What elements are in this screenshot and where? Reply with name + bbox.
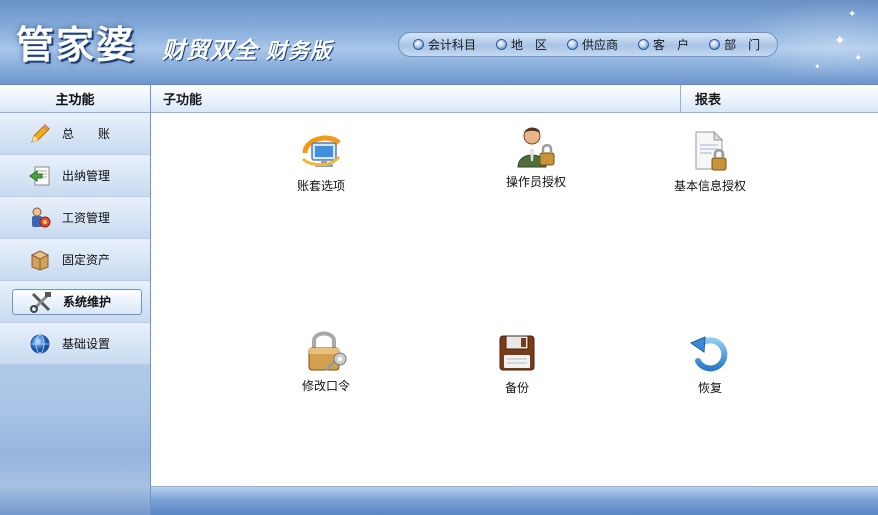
function-label: 修改口令	[301, 379, 350, 393]
function-change-password[interactable]: 修改口令	[271, 329, 381, 394]
sidebar-item-label: 基础设置	[62, 337, 111, 351]
active-item-highlight: 系统维护	[12, 288, 142, 315]
sidebar-decoration	[0, 455, 150, 515]
sidebar-item-system-maintenance[interactable]: 系统维护	[0, 281, 150, 323]
footer-bar	[151, 486, 878, 515]
quick-nav-supplier[interactable]: 供应商	[567, 36, 618, 53]
function-label: 恢复	[697, 381, 722, 395]
sidebar-item-basic-settings[interactable]: 基础设置	[0, 323, 150, 365]
function-restore[interactable]: 恢复	[655, 331, 765, 396]
quick-nav-label: 客 户	[653, 38, 690, 52]
function-label: 操作员授权	[505, 175, 566, 189]
quick-nav-department[interactable]: 部 门	[709, 36, 760, 53]
function-backup[interactable]: 备份	[462, 331, 572, 396]
document-lock-icon	[695, 130, 727, 171]
function-label: 账套选项	[296, 179, 345, 193]
sidebar-title: 主功能	[0, 84, 150, 113]
main-function-sidebar: 主功能 总 账 出纳管理 工资管理 固定资产 系统维护 基础设置	[0, 84, 151, 515]
quick-nav-label: 部 门	[724, 38, 761, 52]
report-title: 报表	[695, 93, 722, 108]
function-label: 备份	[504, 381, 529, 395]
main-header-bar: 子功能 报表	[151, 84, 878, 113]
sub-function-title: 子功能	[151, 85, 681, 112]
sidebar-item-label: 工资管理	[62, 211, 111, 225]
quick-nav-region[interactable]: 地 区	[496, 36, 547, 53]
floppy-disk-icon	[499, 335, 535, 371]
radio-icon	[496, 39, 508, 50]
radio-icon	[709, 39, 721, 50]
quick-nav-accounts[interactable]: 会计科目	[413, 36, 476, 53]
brand-product: 财贸双全	[162, 37, 258, 64]
brand-edition: 财务版	[266, 38, 332, 63]
brand-subtitle: 财贸双全 财务版	[162, 31, 332, 65]
operator-lock-icon	[517, 127, 555, 168]
tools-icon	[29, 290, 53, 314]
pencil-icon	[28, 122, 52, 146]
quick-nav-customer[interactable]: 客 户	[638, 36, 689, 53]
monitor-icon	[301, 135, 341, 167]
app-header: 管家婆 财贸双全 财务版 ✦ ✦ ✦ ✦ 会计科目 地 区 供应商 客 户 部 …	[0, 0, 878, 84]
brand-logo: 管家婆	[16, 22, 137, 67]
sidebar-item-payroll[interactable]: 工资管理	[0, 197, 150, 239]
sidebar-item-fixed-assets[interactable]: 固定资产	[0, 239, 150, 281]
sidebar-item-label: 总 账	[62, 127, 111, 141]
sub-function-panel: 账套选项 操作员授权 基本信息授权 修改口令 备份 恢复	[151, 113, 878, 486]
radio-icon	[567, 39, 579, 50]
radio-icon	[638, 39, 650, 50]
function-operator-authorization[interactable]: 操作员授权	[481, 125, 591, 190]
quick-nav-label: 供应商	[582, 38, 619, 52]
quick-nav-label: 会计科目	[428, 38, 477, 52]
quick-nav-label: 地 区	[511, 38, 548, 52]
function-label: 基本信息授权	[673, 179, 746, 193]
box-icon	[28, 248, 52, 272]
function-basic-info-authorization[interactable]: 基本信息授权	[655, 129, 765, 194]
app-window: 管家婆 财贸双全 财务版 ✦ ✦ ✦ ✦ 会计科目 地 区 供应商 客 户 部 …	[0, 0, 878, 515]
sidebar-item-label: 系统维护	[63, 295, 112, 309]
radio-icon	[413, 39, 424, 50]
restore-arrow-icon	[689, 336, 728, 372]
cashier-icon	[28, 164, 52, 188]
padlock-key-icon	[308, 331, 347, 372]
sidebar-item-label: 出纳管理	[62, 169, 111, 183]
globe-icon	[28, 332, 52, 356]
function-account-set-options[interactable]: 账套选项	[266, 129, 376, 194]
sidebar-item-general-ledger[interactable]: 总 账	[0, 113, 150, 155]
quick-nav-bar: 会计科目 地 区 供应商 客 户 部 门	[398, 32, 778, 57]
sidebar-item-cashier[interactable]: 出纳管理	[0, 155, 150, 197]
sidebar-item-label: 固定资产	[62, 253, 111, 267]
payroll-icon	[28, 206, 52, 230]
sparkle-decoration: ✦ ✦ ✦ ✦	[814, 9, 863, 72]
